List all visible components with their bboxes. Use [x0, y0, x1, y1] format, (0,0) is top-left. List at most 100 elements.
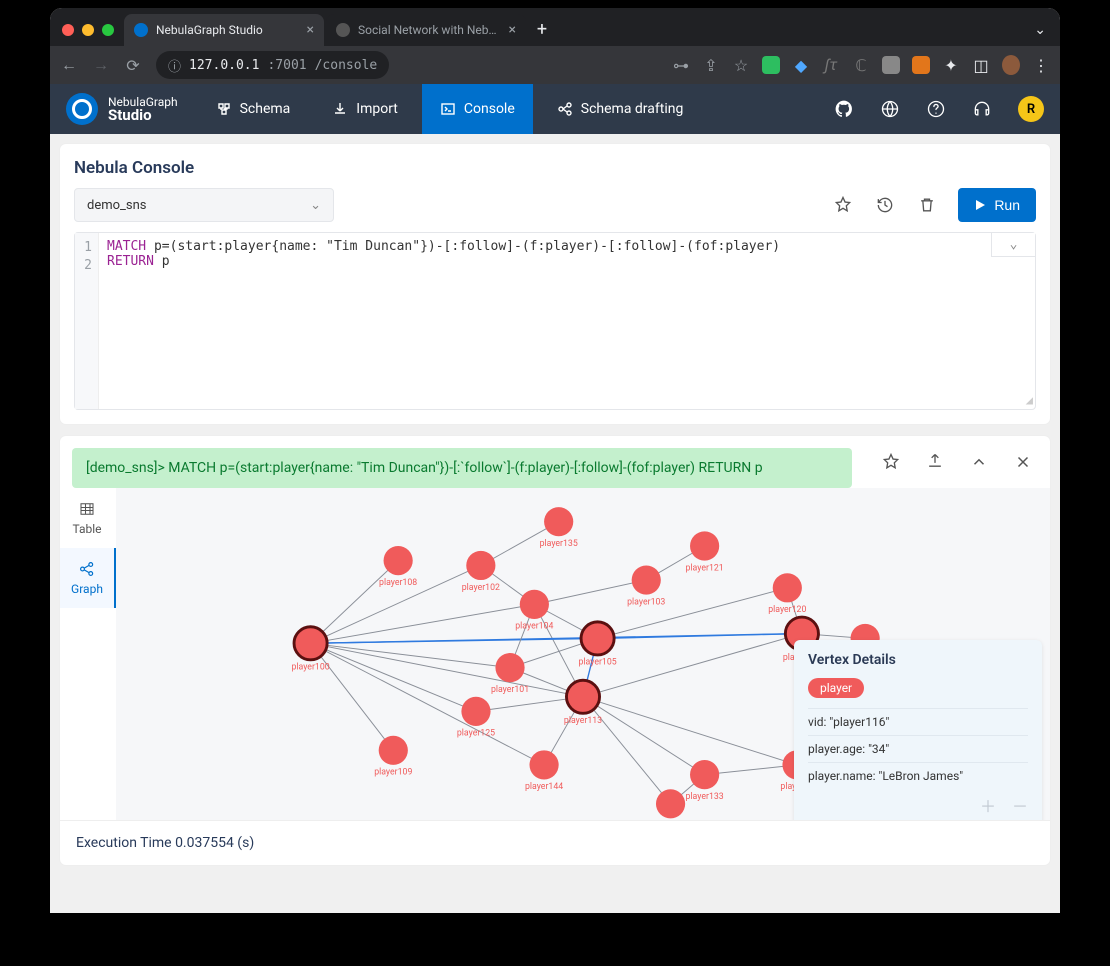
- graph-node[interactable]: player104: [515, 590, 553, 632]
- graph-icon: [78, 560, 96, 578]
- collapse-result-icon[interactable]: [968, 451, 990, 473]
- headset-icon[interactable]: [972, 99, 992, 119]
- graph-canvas[interactable]: player100 player108 player102 player135 play…: [116, 488, 1050, 820]
- info-icon: ⓘ: [168, 56, 181, 75]
- collapse-editor-button[interactable]: ⌄: [991, 233, 1035, 257]
- url-port: :7001: [267, 58, 306, 73]
- tab-table[interactable]: Table: [60, 488, 116, 548]
- vertex-tag: player: [808, 678, 864, 698]
- ext-fox-icon[interactable]: [912, 56, 930, 74]
- close-icon[interactable]: ×: [509, 22, 516, 38]
- svg-text:player120: player120: [768, 605, 806, 615]
- play-icon: [974, 199, 986, 211]
- delete-icon[interactable]: [916, 194, 938, 216]
- space-value: demo_sns: [87, 198, 147, 213]
- space-select[interactable]: demo_sns ⌄: [74, 188, 334, 222]
- nav-console[interactable]: Console: [422, 84, 533, 134]
- vertex-row: player.name: "LeBron James": [808, 762, 1028, 789]
- svg-text:player100: player100: [291, 663, 329, 673]
- zoom-out-icon[interactable]: －: [1012, 793, 1028, 817]
- svg-text:player103: player103: [627, 597, 665, 607]
- graph-node[interactable]: player108: [379, 546, 417, 588]
- svg-text:player105: player105: [579, 658, 617, 668]
- query-editor[interactable]: 1 2 MATCH p=(start:player{name: "Tim Dun…: [74, 232, 1036, 410]
- svg-text:player109: player109: [374, 768, 412, 778]
- vertex-row: vid: "player116": [808, 708, 1028, 735]
- ext-evernote-icon[interactable]: [762, 56, 780, 74]
- menu-icon[interactable]: ⋮: [1032, 56, 1050, 74]
- zoom-in-icon[interactable]: ＋: [980, 793, 996, 817]
- history-icon[interactable]: [874, 194, 896, 216]
- graph-node[interactable]: player121: [686, 531, 724, 573]
- window-maximize[interactable]: [102, 24, 114, 36]
- user-avatar[interactable]: R: [1018, 96, 1044, 122]
- profile-avatar[interactable]: [1002, 56, 1020, 74]
- svg-text:player102: player102: [462, 583, 500, 593]
- brand-bottom: Studio: [108, 108, 178, 123]
- graph-node[interactable]: player101: [491, 653, 529, 695]
- app-logo[interactable]: NebulaGraph Studio: [66, 93, 178, 125]
- window-minimize[interactable]: [82, 24, 94, 36]
- tab-graph[interactable]: Graph: [60, 548, 116, 608]
- svg-text:player144: player144: [525, 782, 563, 792]
- nav-import[interactable]: Import: [314, 84, 416, 134]
- nav-schema[interactable]: Schema: [198, 84, 309, 134]
- result-card: [demo_sns]> MATCH p=(start:player{name: …: [60, 436, 1050, 865]
- export-icon[interactable]: [924, 451, 946, 473]
- graph-node[interactable]: player125: [457, 697, 495, 739]
- share-icon[interactable]: ⇪: [702, 56, 720, 74]
- vertex-details-panel: Vertex Details player vid: "player116" p…: [794, 640, 1042, 820]
- url-path: /console: [315, 58, 378, 73]
- svg-text:player104: player104: [515, 622, 553, 632]
- ext-gem-icon[interactable]: ◆: [792, 56, 810, 74]
- new-tab-button[interactable]: +: [528, 19, 556, 46]
- graph-node[interactable]: player100: [291, 627, 329, 673]
- tab-title: Social Network with NebulaGra…: [358, 23, 501, 37]
- browser-tab-active[interactable]: NebulaGraph Studio ×: [124, 14, 324, 46]
- browser-tab-inactive[interactable]: Social Network with NebulaGra… ×: [326, 14, 526, 46]
- run-button[interactable]: Run: [958, 188, 1036, 222]
- svg-text:player113: player113: [564, 716, 602, 726]
- graph-node[interactable]: player113: [564, 680, 602, 726]
- svg-text:player108: player108: [379, 578, 417, 588]
- extensions-icon[interactable]: ✦: [942, 56, 960, 74]
- ext-square-icon[interactable]: [882, 56, 900, 74]
- reload-button[interactable]: ⟳: [124, 56, 142, 75]
- import-icon: [332, 101, 348, 117]
- close-icon[interactable]: ×: [307, 22, 314, 38]
- sidepanel-icon[interactable]: ◫: [972, 56, 990, 74]
- url-field[interactable]: ⓘ 127.0.0.1:7001/console: [156, 51, 389, 79]
- graph-node[interactable]: player120: [768, 573, 806, 615]
- svg-text:player125: player125: [457, 729, 495, 739]
- console-title: Nebula Console: [74, 158, 1036, 178]
- console-icon: [440, 101, 456, 117]
- graph-node[interactable]: player135: [540, 507, 578, 549]
- help-icon[interactable]: [926, 99, 946, 119]
- vertex-panel-title: Vertex Details: [808, 652, 1028, 668]
- resize-handle-icon[interactable]: ◢: [1026, 393, 1033, 407]
- window-close[interactable]: [62, 24, 74, 36]
- chevron-down-icon: ⌄: [310, 198, 321, 213]
- svg-text:player135: player135: [540, 539, 578, 549]
- chevron-down-icon[interactable]: ⌄: [1034, 22, 1060, 46]
- key-icon[interactable]: ⊶: [672, 56, 690, 74]
- ext-script-icon[interactable]: ʃτ: [822, 56, 840, 74]
- graph-node[interactable]: player109: [374, 736, 412, 778]
- svg-text:player133: player133: [686, 792, 724, 802]
- nav-drafting[interactable]: Schema drafting: [539, 84, 702, 134]
- forward-button[interactable]: →: [92, 55, 110, 75]
- globe-icon[interactable]: [880, 99, 900, 119]
- github-icon[interactable]: [834, 99, 854, 119]
- table-icon: [78, 500, 96, 518]
- star-icon[interactable]: ☆: [732, 56, 750, 74]
- favorite-icon[interactable]: [832, 194, 854, 216]
- graph-node[interactable]: player144: [525, 750, 563, 792]
- favorite-result-icon[interactable]: [880, 451, 902, 473]
- close-result-icon[interactable]: [1012, 451, 1034, 473]
- graph-node[interactable]: player105: [579, 622, 617, 668]
- executed-query-banner: [demo_sns]> MATCH p=(start:player{name: …: [72, 448, 852, 488]
- tab-title: NebulaGraph Studio: [156, 23, 299, 37]
- graph-node[interactable]: player145: [651, 789, 689, 820]
- back-button[interactable]: ←: [60, 55, 78, 75]
- ext-c-icon[interactable]: ℂ: [852, 56, 870, 74]
